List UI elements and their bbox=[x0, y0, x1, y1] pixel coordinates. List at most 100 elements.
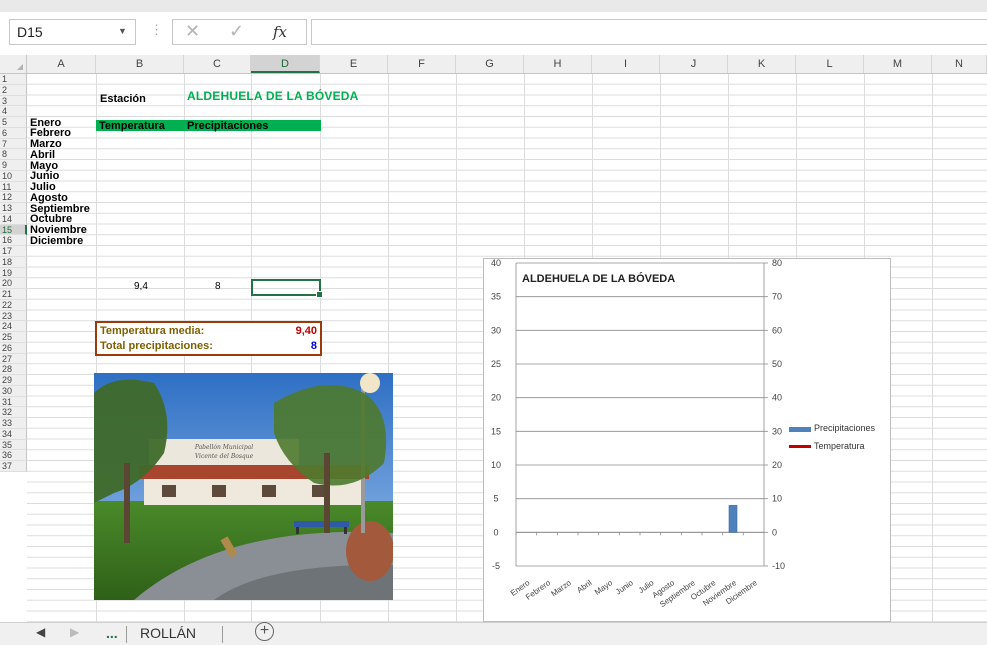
formula-bar-grip-icon: ⋮ bbox=[150, 22, 163, 37]
row-header-5[interactable]: 5 bbox=[0, 117, 27, 128]
left-tick-label: 15 bbox=[491, 426, 501, 436]
name-box[interactable]: D15 ▼ bbox=[9, 19, 136, 45]
add-sheet-icon[interactable]: + bbox=[255, 622, 274, 641]
row-header-35[interactable]: 35 bbox=[0, 439, 27, 451]
header-precipitation: Precipitaciones bbox=[187, 120, 269, 132]
gridline bbox=[932, 74, 933, 622]
insert-function-icon[interactable]: fx bbox=[273, 23, 287, 41]
chevron-down-icon[interactable]: ▼ bbox=[118, 26, 127, 36]
left-tick-label: 35 bbox=[491, 292, 501, 302]
column-header-b[interactable]: B bbox=[96, 55, 184, 73]
legend-temp-swatch bbox=[789, 445, 811, 448]
sign-line-2: Vicente del Bosque bbox=[195, 453, 254, 460]
row-header-21[interactable]: 21 bbox=[0, 289, 27, 300]
column-header-c[interactable]: C bbox=[184, 55, 251, 73]
row-header-17[interactable]: 17 bbox=[0, 246, 27, 257]
cell-c15[interactable]: 8 bbox=[215, 281, 221, 292]
cancel-icon[interactable]: ✕ bbox=[185, 21, 200, 42]
month-label[interactable]: Agosto bbox=[30, 192, 68, 204]
left-tick-label: 10 bbox=[491, 460, 501, 470]
formula-input[interactable] bbox=[311, 19, 987, 45]
legend-temp-label: Temperatura bbox=[814, 441, 865, 451]
row-header-13[interactable]: 13 bbox=[0, 203, 27, 214]
row-header-3[interactable]: 3 bbox=[0, 95, 27, 107]
row-header-28[interactable]: 28 bbox=[0, 364, 27, 375]
row-header-26[interactable]: 26 bbox=[0, 342, 27, 354]
row-header-11[interactable]: 11 bbox=[0, 181, 27, 193]
row-header-9[interactable]: 9 bbox=[0, 160, 27, 171]
enter-check-icon[interactable]: ✓ bbox=[229, 21, 244, 42]
tab-rollan[interactable]: ROLLÁN bbox=[140, 625, 196, 641]
column-header-j[interactable]: J bbox=[660, 55, 728, 73]
row-header-1[interactable]: 1 bbox=[0, 74, 27, 85]
column-header-n[interactable]: N bbox=[932, 55, 987, 73]
select-all-button[interactable] bbox=[0, 55, 27, 73]
row-header-34[interactable]: 34 bbox=[0, 428, 27, 440]
row-header-18[interactable]: 18 bbox=[0, 256, 27, 268]
row-header-22[interactable]: 22 bbox=[0, 299, 27, 311]
cell-b15[interactable]: 9,4 bbox=[134, 281, 148, 292]
month-label[interactable]: Abril bbox=[30, 149, 55, 161]
row-header-23[interactable]: 23 bbox=[0, 310, 27, 322]
column-headers: A B C D E F G H I J K L M N bbox=[0, 55, 987, 74]
right-tick-label: 30 bbox=[772, 426, 782, 436]
avg-temp-value[interactable]: 9,40 bbox=[296, 325, 317, 337]
row-header-31[interactable]: 31 bbox=[0, 396, 27, 408]
right-tick-label: 20 bbox=[772, 460, 782, 470]
right-tick-label: 70 bbox=[772, 292, 782, 302]
month-label[interactable]: Diciembre bbox=[30, 235, 83, 247]
row-header-19[interactable]: 19 bbox=[0, 267, 27, 279]
row-header-36[interactable]: 36 bbox=[0, 450, 27, 461]
category-label: Mayo bbox=[593, 578, 615, 597]
row-header-12[interactable]: 12 bbox=[0, 192, 27, 203]
row-header-10[interactable]: 10 bbox=[0, 170, 27, 182]
station-name: ALDEHUELA DE LA BÓVEDA bbox=[187, 89, 359, 103]
row-header-6[interactable]: 6 bbox=[0, 127, 27, 139]
active-cell-d15[interactable] bbox=[251, 279, 323, 298]
name-box-value: D15 bbox=[17, 24, 43, 40]
scroll-tabs-right-icon[interactable]: ▶ bbox=[70, 625, 79, 639]
row-header-37[interactable]: 37 bbox=[0, 461, 27, 472]
column-header-h[interactable]: H bbox=[524, 55, 592, 73]
row-header-4[interactable]: 4 bbox=[0, 106, 27, 117]
row-header-2[interactable]: 2 bbox=[0, 84, 27, 96]
row-header-7[interactable]: 7 bbox=[0, 138, 27, 150]
column-header-e[interactable]: E bbox=[320, 55, 388, 73]
chart-object[interactable]: 40 35 30 25 20 15 10 5 0 -5 80 70 60 50 40 30 20 10 0 -10 AL… bbox=[483, 258, 891, 622]
column-header-l[interactable]: L bbox=[796, 55, 864, 73]
row-header-30[interactable]: 30 bbox=[0, 385, 27, 397]
column-header-i[interactable]: I bbox=[592, 55, 660, 73]
row-header-20[interactable]: 20 bbox=[0, 278, 27, 289]
fill-handle[interactable] bbox=[316, 291, 323, 298]
row-header-16[interactable]: 16 bbox=[0, 235, 27, 246]
row-header-27[interactable]: 27 bbox=[0, 353, 27, 365]
scroll-tabs-left-icon[interactable]: ◀ bbox=[36, 625, 45, 639]
column-header-m[interactable]: M bbox=[864, 55, 932, 73]
row-header-33[interactable]: 33 bbox=[0, 418, 27, 429]
row-header-8[interactable]: 8 bbox=[0, 149, 27, 160]
right-tick-label: 0 bbox=[772, 527, 777, 537]
category-label: Abril bbox=[575, 578, 593, 595]
row-header-15[interactable]: 15 bbox=[0, 224, 27, 236]
row-header-32[interactable]: 32 bbox=[0, 407, 27, 418]
pavilion-photo[interactable]: Pabellón Municipal Vicente del Bosque bbox=[94, 373, 393, 600]
column-header-f[interactable]: F bbox=[388, 55, 456, 73]
row-header-14[interactable]: 14 bbox=[0, 213, 27, 225]
worksheet-grid[interactable]: A B C D E F G H I J K L M N 1 2 3 4 5 6 7 8 9 10 1… bbox=[0, 55, 987, 622]
more-sheets-button[interactable]: ... bbox=[106, 625, 118, 641]
column-header-g[interactable]: G bbox=[456, 55, 524, 73]
row-header-25[interactable]: 25 bbox=[0, 332, 27, 343]
tab-separator bbox=[222, 626, 223, 643]
row-header-29[interactable]: 29 bbox=[0, 375, 27, 386]
header-temperature: Temperatura bbox=[99, 120, 165, 132]
sheet-tab-bar: ◀ ▶ ... ROLLÁN + bbox=[0, 622, 987, 645]
total-precip-value[interactable]: 8 bbox=[311, 340, 317, 352]
row-header-24[interactable]: 24 bbox=[0, 321, 27, 332]
summary-box: Temperatura media: 9,40 Total precipitac… bbox=[95, 321, 322, 356]
column-header-d[interactable]: D bbox=[251, 55, 320, 73]
legend-precip-label: Precipitaciones bbox=[814, 423, 876, 433]
column-header-k[interactable]: K bbox=[728, 55, 796, 73]
column-header-a[interactable]: A bbox=[27, 55, 96, 73]
category-label: Marzo bbox=[549, 578, 573, 598]
ribbon-edge bbox=[0, 0, 987, 12]
